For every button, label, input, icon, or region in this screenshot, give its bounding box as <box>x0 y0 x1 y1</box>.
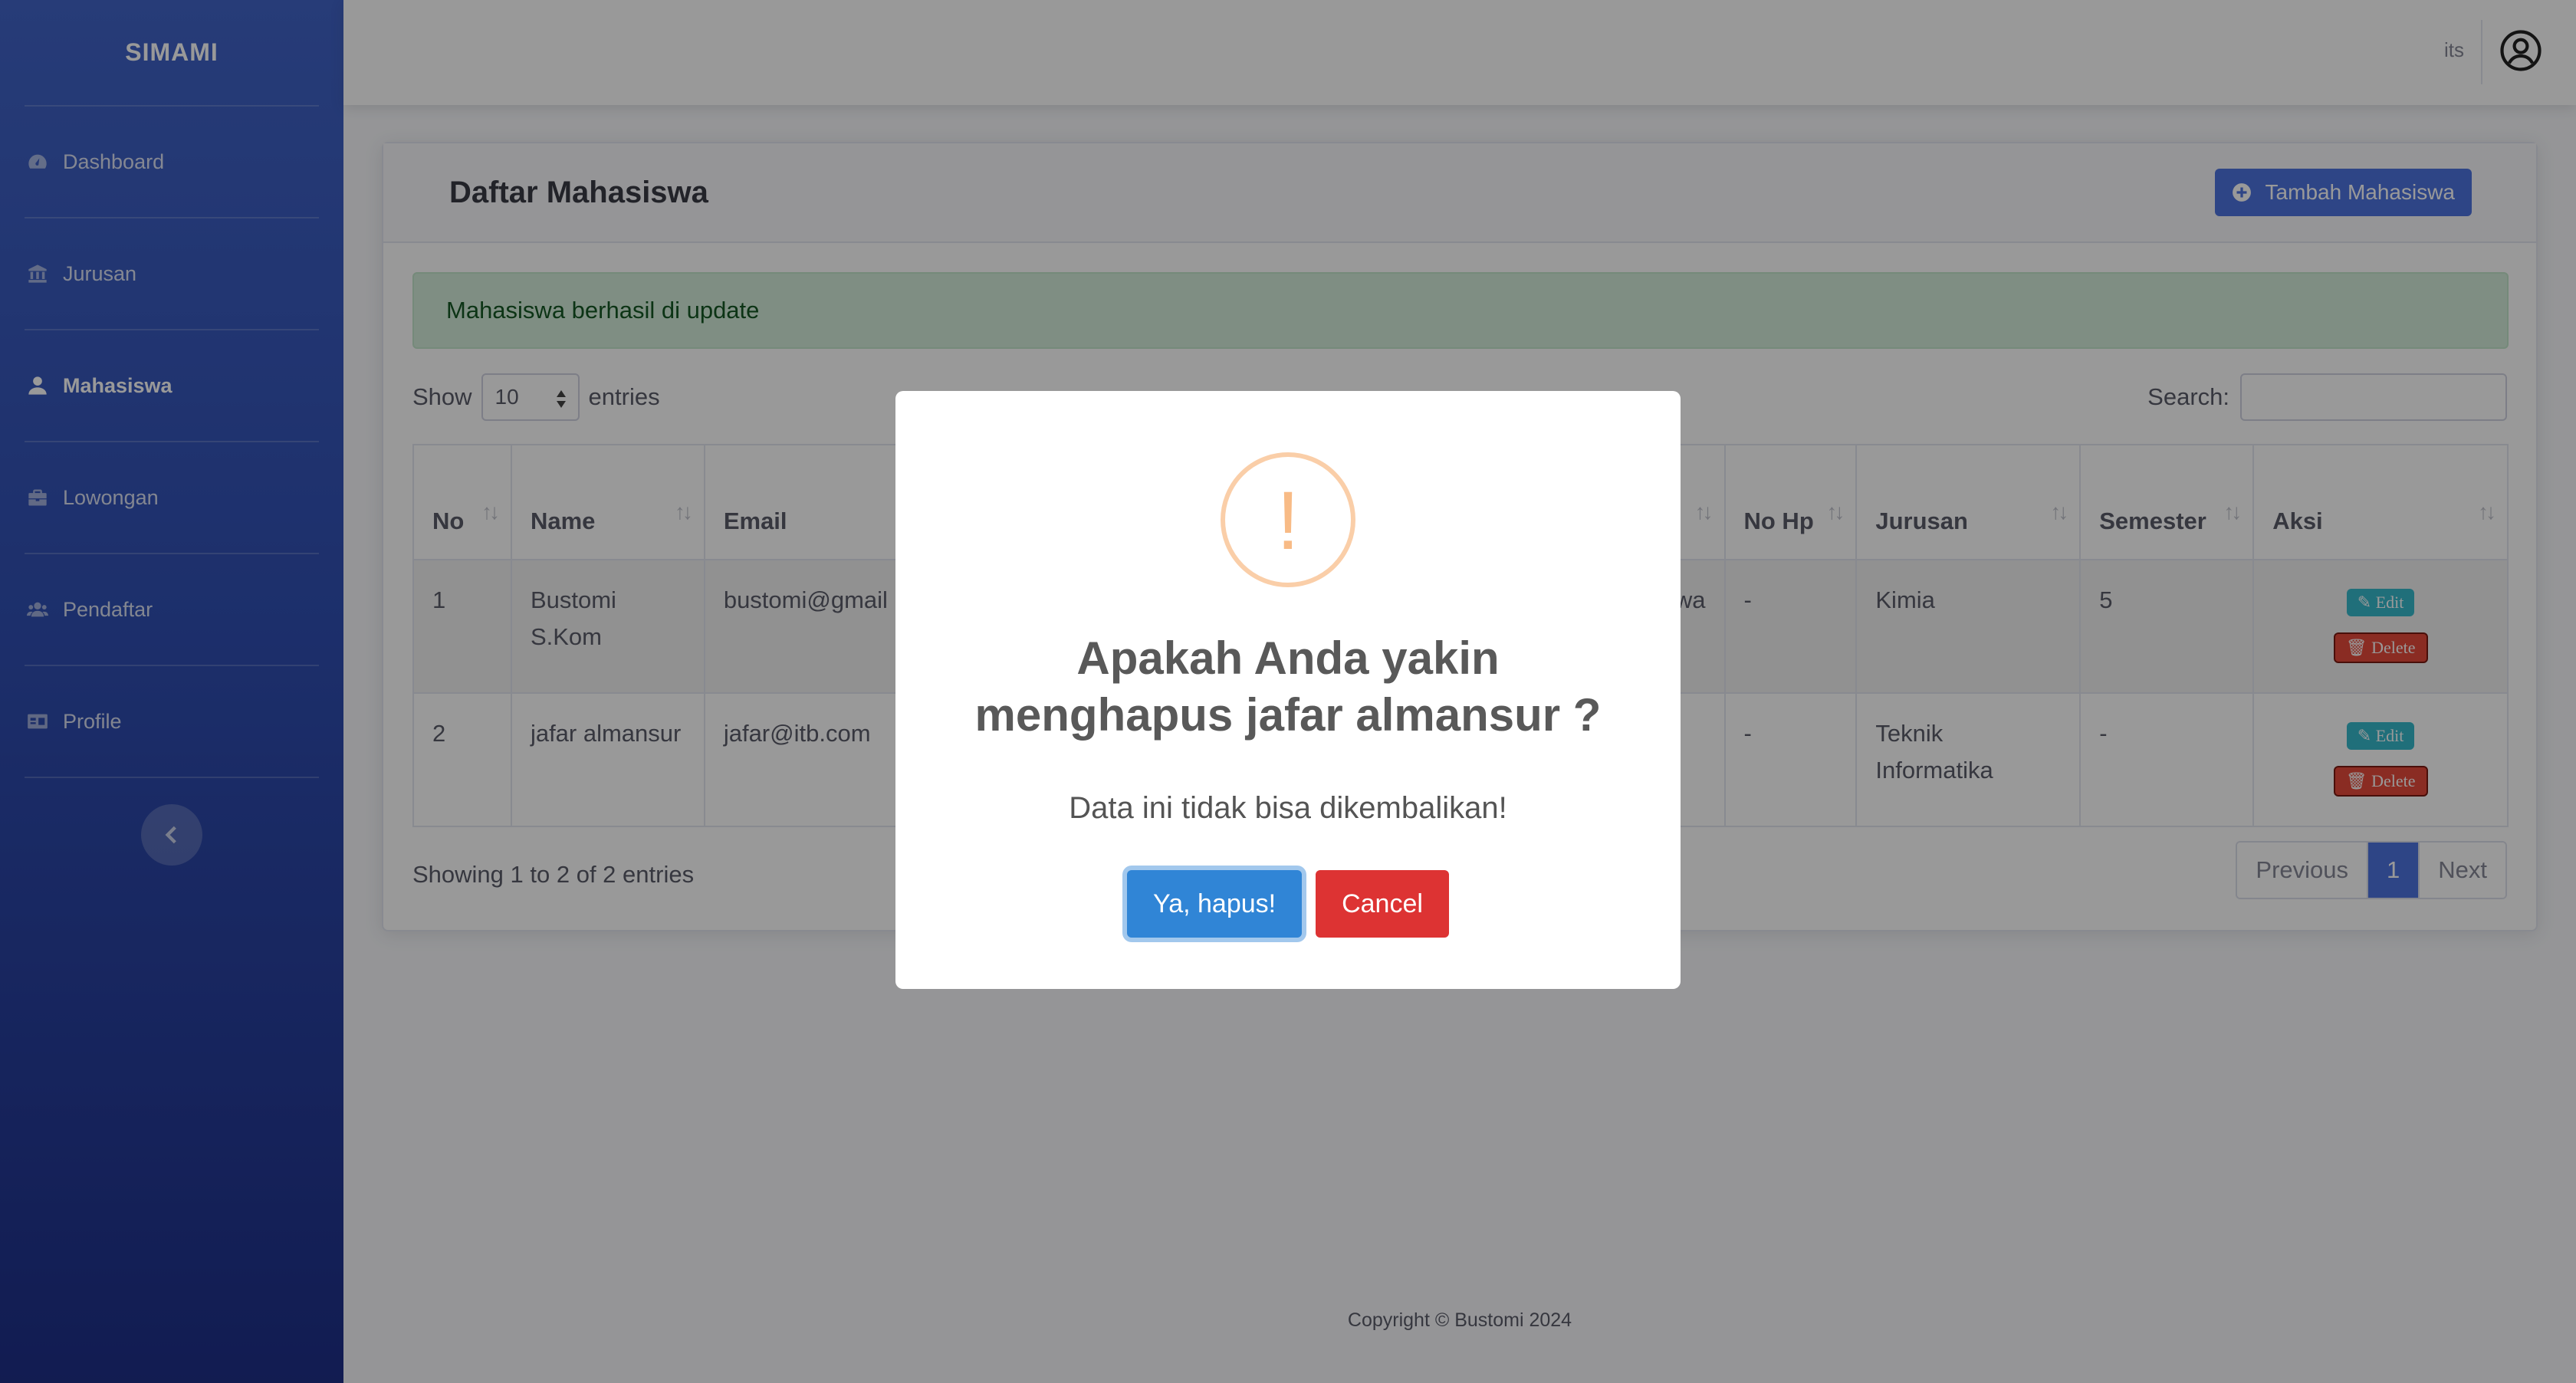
cancel-button[interactable]: Cancel <box>1316 870 1449 938</box>
warning-icon: ! <box>1221 452 1355 587</box>
confirm-delete-button[interactable]: Ya, hapus! <box>1127 870 1303 938</box>
dialog-actions: Ya, hapus! Cancel <box>895 870 1681 938</box>
confirm-delete-dialog: ! Apakah Anda yakin menghapus jafar alma… <box>895 391 1681 989</box>
dialog-title: Apakah Anda yakin menghapus jafar almans… <box>974 632 1602 741</box>
warning-glyph: ! <box>1276 473 1300 567</box>
dialog-text: Data ini tidak bisa dikembalikan! <box>1069 791 1507 825</box>
